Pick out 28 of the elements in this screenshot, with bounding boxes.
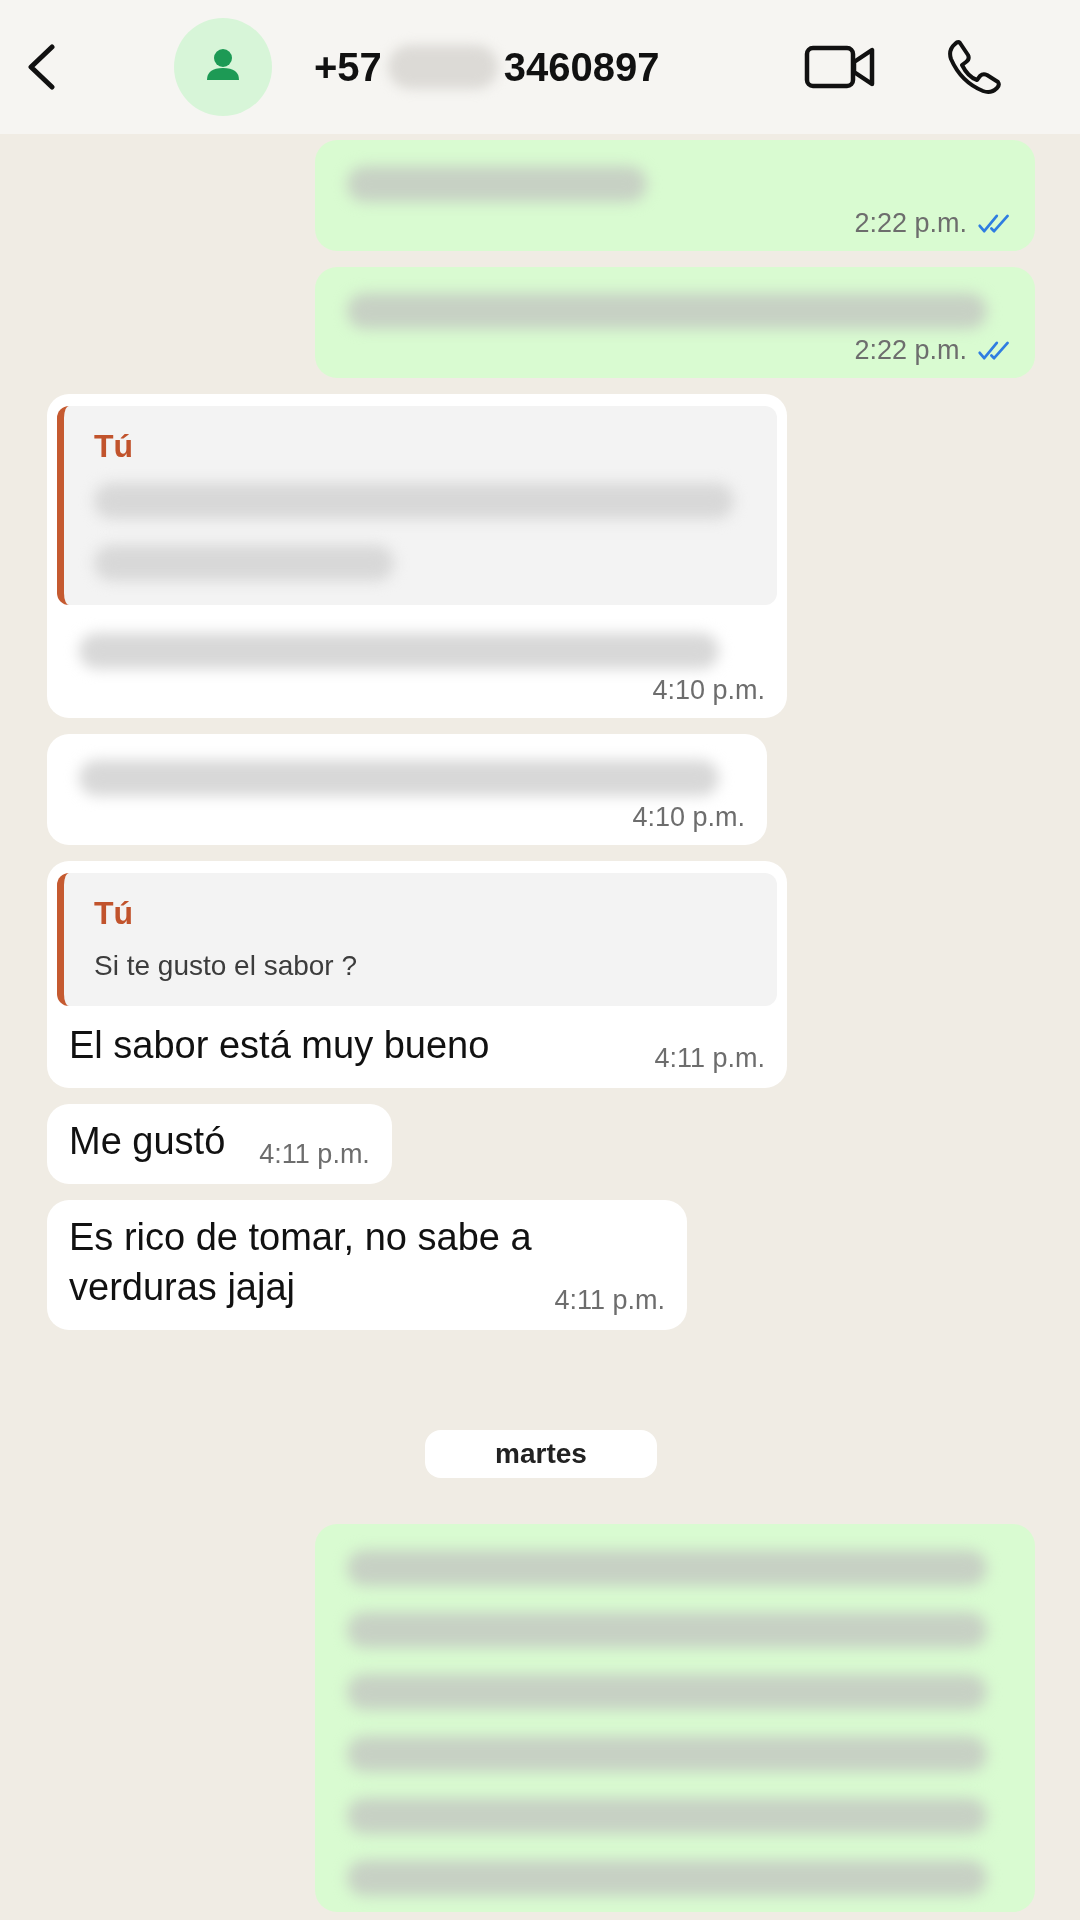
message-bubble[interactable]: 4:10 p.m. <box>47 734 767 845</box>
message-time: 4:11 p.m. <box>259 1138 370 1171</box>
message-bubble[interactable]: Me gustó 4:11 p.m. <box>47 1104 392 1184</box>
message-time: 2:22 p.m. <box>854 208 967 239</box>
quote-author: Tú <box>94 895 135 932</box>
contact-number: 3460897 <box>503 44 660 90</box>
back-icon[interactable] <box>26 44 56 90</box>
message-text: Es rico de tomar, no sabe a verduras jajaj <box>69 1216 532 1308</box>
date-label: martes <box>425 1430 657 1478</box>
contact-number: +57 <box>314 44 382 90</box>
quoted-message[interactable]: Tú <box>57 406 777 605</box>
quote-text: Si te gusto el sabor ? <box>94 950 359 982</box>
message-text: El sabor está muy bueno <box>69 1024 490 1066</box>
message-bubble[interactable]: 2:22 p.m. <box>315 140 1035 251</box>
message-time: 4:10 p.m. <box>632 802 745 833</box>
message-bubble[interactable]: Tú Si te gusto el sabor ? El sabor está muy bueno 4:11 p.m. <box>47 861 787 1088</box>
message-text: Me gustó <box>69 1120 226 1162</box>
message-bubble[interactable]: Es rico de tomar, no sabe a verduras jajaj 4:11 p.m. <box>47 1200 687 1330</box>
message-bubble[interactable]: Tú 4:10 p.m. <box>47 394 787 718</box>
quote-author: Tú <box>94 428 135 465</box>
message-time: 4:11 p.m. <box>654 1042 765 1075</box>
avatar-icon[interactable] <box>174 18 272 116</box>
message-time: 4:11 p.m. <box>554 1284 665 1317</box>
phone-call-icon[interactable] <box>946 39 1002 95</box>
message-time: 4:10 p.m. <box>652 675 765 706</box>
message-time: 2:22 p.m. <box>854 335 967 366</box>
quoted-message[interactable]: Tú Si te gusto el sabor ? <box>57 873 777 1006</box>
message-bubble[interactable]: 2:22 p.m. <box>315 267 1035 378</box>
